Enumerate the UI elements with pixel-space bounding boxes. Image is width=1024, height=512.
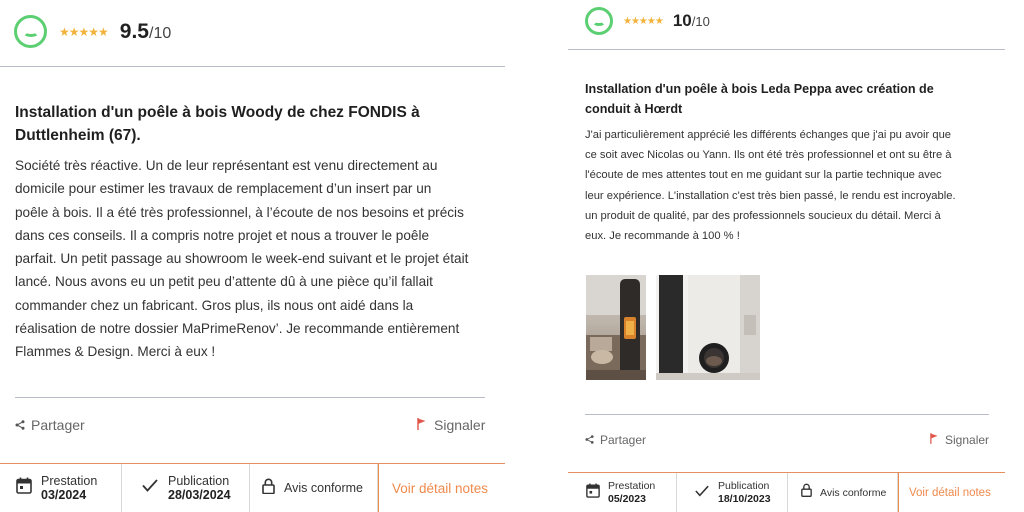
share-icon (585, 433, 594, 447)
review-body-line: un produit de qualité, par des professio… (585, 209, 941, 222)
review-body-line: l'écoute de mes attentes tout en me guid… (585, 169, 942, 182)
rating-header: ★★★★★ 10/10 (585, 7, 710, 35)
header-divider (0, 66, 505, 67)
review-body-line: commander chez un fabricant. Gros plus, … (15, 297, 414, 313)
review-body-line: Flammes & Design. Merci à eux ! (15, 344, 216, 360)
review-body-line: leur expérience. L'installation c'est tr… (585, 189, 956, 202)
review-body-line: domicile pour estimer les travaux de rem… (15, 181, 432, 197)
flag-icon (930, 433, 938, 447)
review-footer: Prestation 03/2024 Publication 28/03/202… (0, 463, 505, 512)
rating-score: 10/10 (672, 11, 710, 30)
view-detail-ratings-button[interactable]: Voir détail notes (378, 464, 505, 512)
calendar-icon (586, 483, 600, 503)
avis-conforme-info: Avis conforme (788, 473, 898, 512)
avis-conforme-info: Avis conforme (250, 464, 378, 512)
share-icon (15, 417, 25, 433)
review-body-line: ce soit avec Nicolas ou Yann. Ils ont ét… (585, 149, 952, 162)
lock-icon (801, 483, 812, 502)
rating-score: 9.5/10 (119, 19, 172, 43)
report-button[interactable]: Signaler (417, 417, 485, 433)
content-divider (585, 414, 989, 415)
publication-info: Publication 28/03/2024 (122, 464, 250, 512)
review-footer: Prestation 05/2023 Publication 18/10/202… (568, 472, 1005, 512)
review-photo-1[interactable] (586, 275, 646, 380)
checkmark-icon (142, 479, 158, 497)
view-detail-ratings-button[interactable]: Voir détail notes (898, 473, 1005, 512)
review-title: Installation d'un poêle à bois Leda Pepp… (585, 82, 934, 116)
prestation-info: Prestation 05/2023 (568, 473, 677, 512)
header-divider (568, 49, 1005, 50)
review-body-line: réalisation de notre dossier MaPrimeReno… (15, 321, 460, 337)
review-body-line: lancé. Nous avons eu un petit peu d’atte… (15, 274, 433, 290)
share-button[interactable]: Partager (585, 433, 646, 447)
checkmark-icon (695, 484, 709, 502)
review-body-line: eux. Je recommande à 100 % ! (585, 230, 740, 243)
review-card-right: ★★★★★ 10/10 Installation d'un poêle à bo… (568, 0, 1008, 512)
star-rating: ★★★★★ (623, 15, 664, 27)
review-body-line: J'ai particulièrement apprécié les diffé… (585, 129, 952, 141)
review-body-line: poêle à bois. Il a été très professionne… (15, 204, 464, 220)
review-card-left: ★★★★★ 9.5/10 Installation d'un poêle à b… (0, 0, 505, 512)
content-divider (15, 397, 485, 398)
review-body: J'ai particulièrement apprécié les diffé… (585, 125, 1005, 246)
star-rating: ★★★★★ (59, 24, 109, 39)
flag-icon (417, 417, 426, 433)
report-button[interactable]: Signaler (930, 433, 989, 447)
review-body: Société très réactive. Un de leur représ… (15, 154, 500, 364)
rating-header: ★★★★★ 9.5/10 (14, 15, 171, 48)
lock-icon (262, 478, 275, 499)
calendar-icon (16, 477, 32, 499)
review-title: Installation d'un poêle à bois Woody de … (15, 104, 420, 144)
smiley-face-icon (585, 7, 613, 35)
review-photo-2[interactable] (656, 275, 760, 380)
publication-info: Publication 18/10/2023 (677, 473, 788, 512)
review-body-line: parfait. Un petit passage au showroom le… (15, 251, 469, 267)
prestation-info: Prestation 03/2024 (0, 464, 122, 512)
review-body-line: Société très réactive. Un de leur représ… (15, 158, 438, 173)
share-button[interactable]: Partager (15, 417, 85, 433)
smiley-face-icon (14, 15, 47, 48)
review-body-line: dans ces conseils. Il a compris notre pr… (15, 227, 430, 243)
